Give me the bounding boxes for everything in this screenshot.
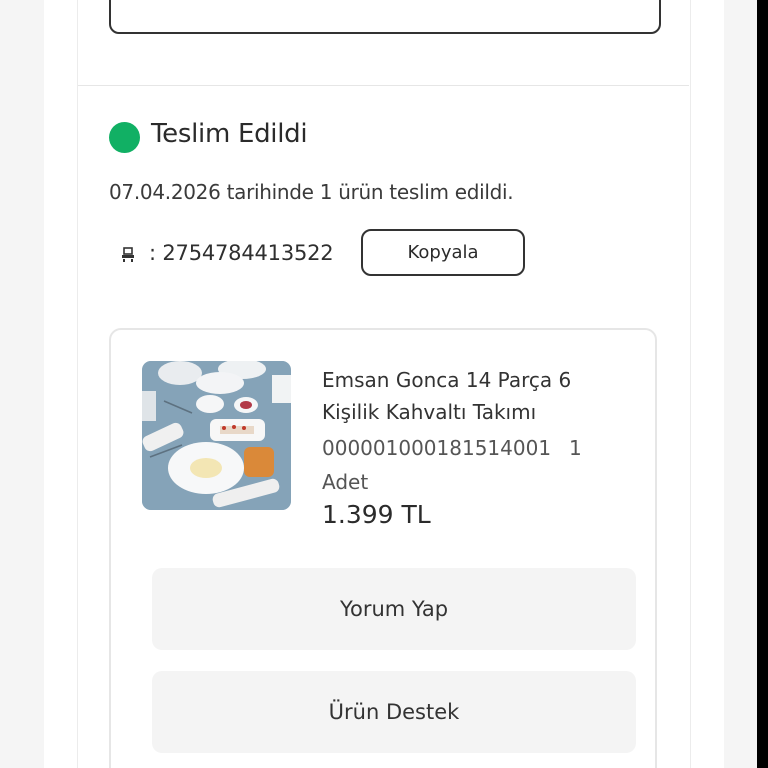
product-sku-quantity: 000001000181514001 1 Adet: [322, 431, 612, 499]
product-price: 1.399 TL: [322, 500, 431, 529]
status-dot-icon: [109, 122, 140, 153]
tracking-number: : 2754784413522: [149, 241, 334, 265]
delivery-status-title: Teslim Edildi: [151, 119, 308, 149]
app-viewport: Teslim Edildi 07.04.2026 tarihinde 1 ürü…: [0, 0, 757, 768]
breakfast-set-image: [142, 361, 291, 510]
section-divider: [78, 85, 689, 86]
delivery-description: 07.04.2026 tarihinde 1 ürün teslim edild…: [109, 180, 514, 204]
cargo-icon: [122, 247, 134, 262]
tracking-number-value: 2754784413522: [162, 241, 334, 265]
tracking-prefix: :: [149, 241, 156, 265]
product-sku: 000001000181514001: [322, 436, 552, 460]
write-review-button[interactable]: Yorum Yap: [152, 568, 636, 650]
product-support-button[interactable]: Ürün Destek: [152, 671, 636, 753]
product-image[interactable]: [142, 361, 291, 510]
copy-tracking-button[interactable]: Kopyala: [361, 229, 525, 276]
product-name[interactable]: Emsan Gonca 14 Parça 6 Kişilik Kahvaltı …: [322, 364, 622, 428]
top-action-button[interactable]: [109, 0, 661, 34]
